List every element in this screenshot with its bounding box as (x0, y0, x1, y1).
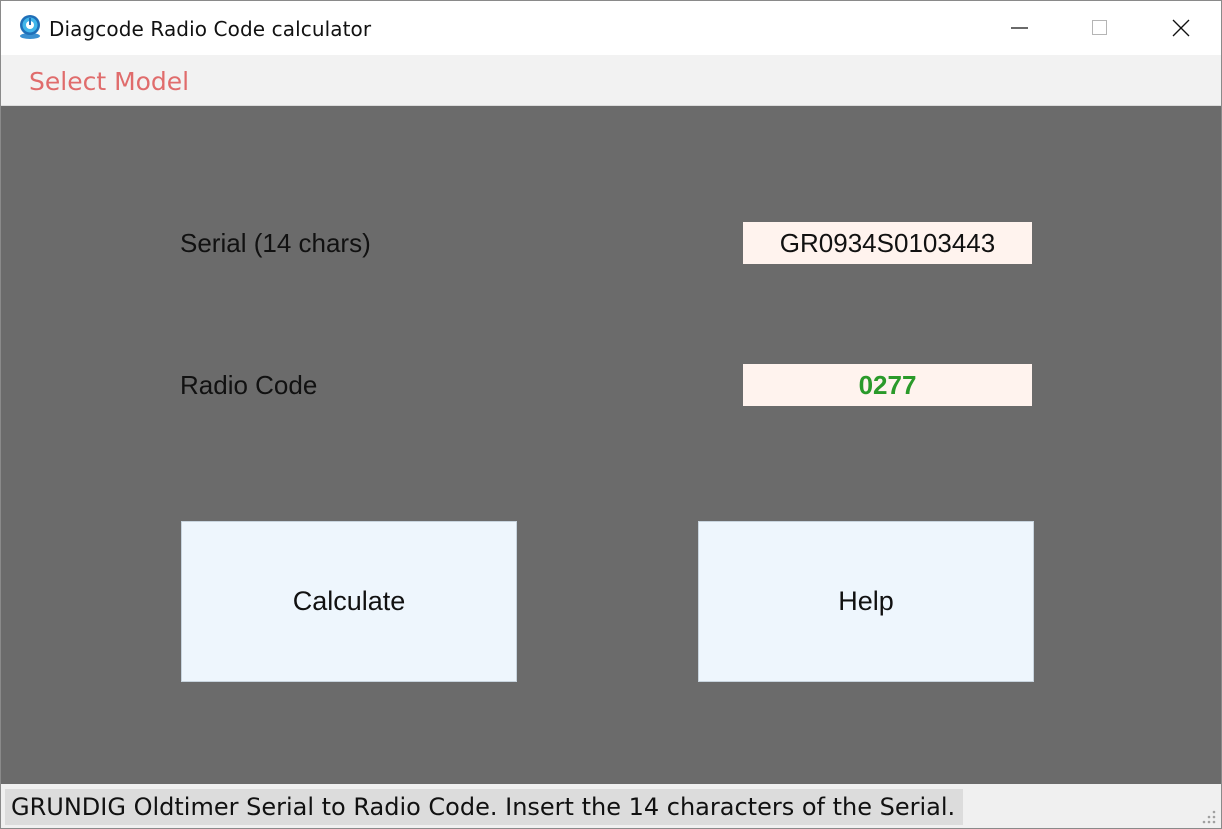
serial-input[interactable] (743, 222, 1032, 264)
app-window: Diagcode Radio Code calculator Select Mo… (0, 0, 1222, 829)
radio-code-output[interactable] (743, 364, 1032, 406)
status-bar: GRUNDIG Oldtimer Serial to Radio Code. I… (1, 784, 1221, 828)
status-text: GRUNDIG Oldtimer Serial to Radio Code. I… (5, 789, 964, 825)
menu-item-select-model[interactable]: Select Model (29, 67, 189, 96)
radio-code-label: Radio Code (180, 370, 318, 400)
title-bar[interactable]: Diagcode Radio Code calculator (1, 1, 1221, 55)
calculate-button[interactable]: Calculate (181, 521, 517, 682)
menu-bar: Select Model (1, 55, 1221, 106)
close-icon (1172, 19, 1190, 37)
window-title: Diagcode Radio Code calculator (49, 17, 372, 41)
main-panel: Serial (14 chars) Radio Code Calculate H… (1, 106, 1221, 784)
globe-app-icon (18, 14, 42, 40)
maximize-icon (1092, 20, 1107, 35)
minimize-icon (1011, 27, 1028, 29)
serial-label: Serial (14 chars) (180, 228, 371, 258)
close-button[interactable] (1141, 1, 1221, 55)
minimize-button[interactable] (980, 1, 1060, 55)
help-button[interactable]: Help (698, 521, 1034, 682)
resize-grip-icon[interactable] (1199, 807, 1217, 825)
maximize-button[interactable] (1060, 1, 1140, 55)
